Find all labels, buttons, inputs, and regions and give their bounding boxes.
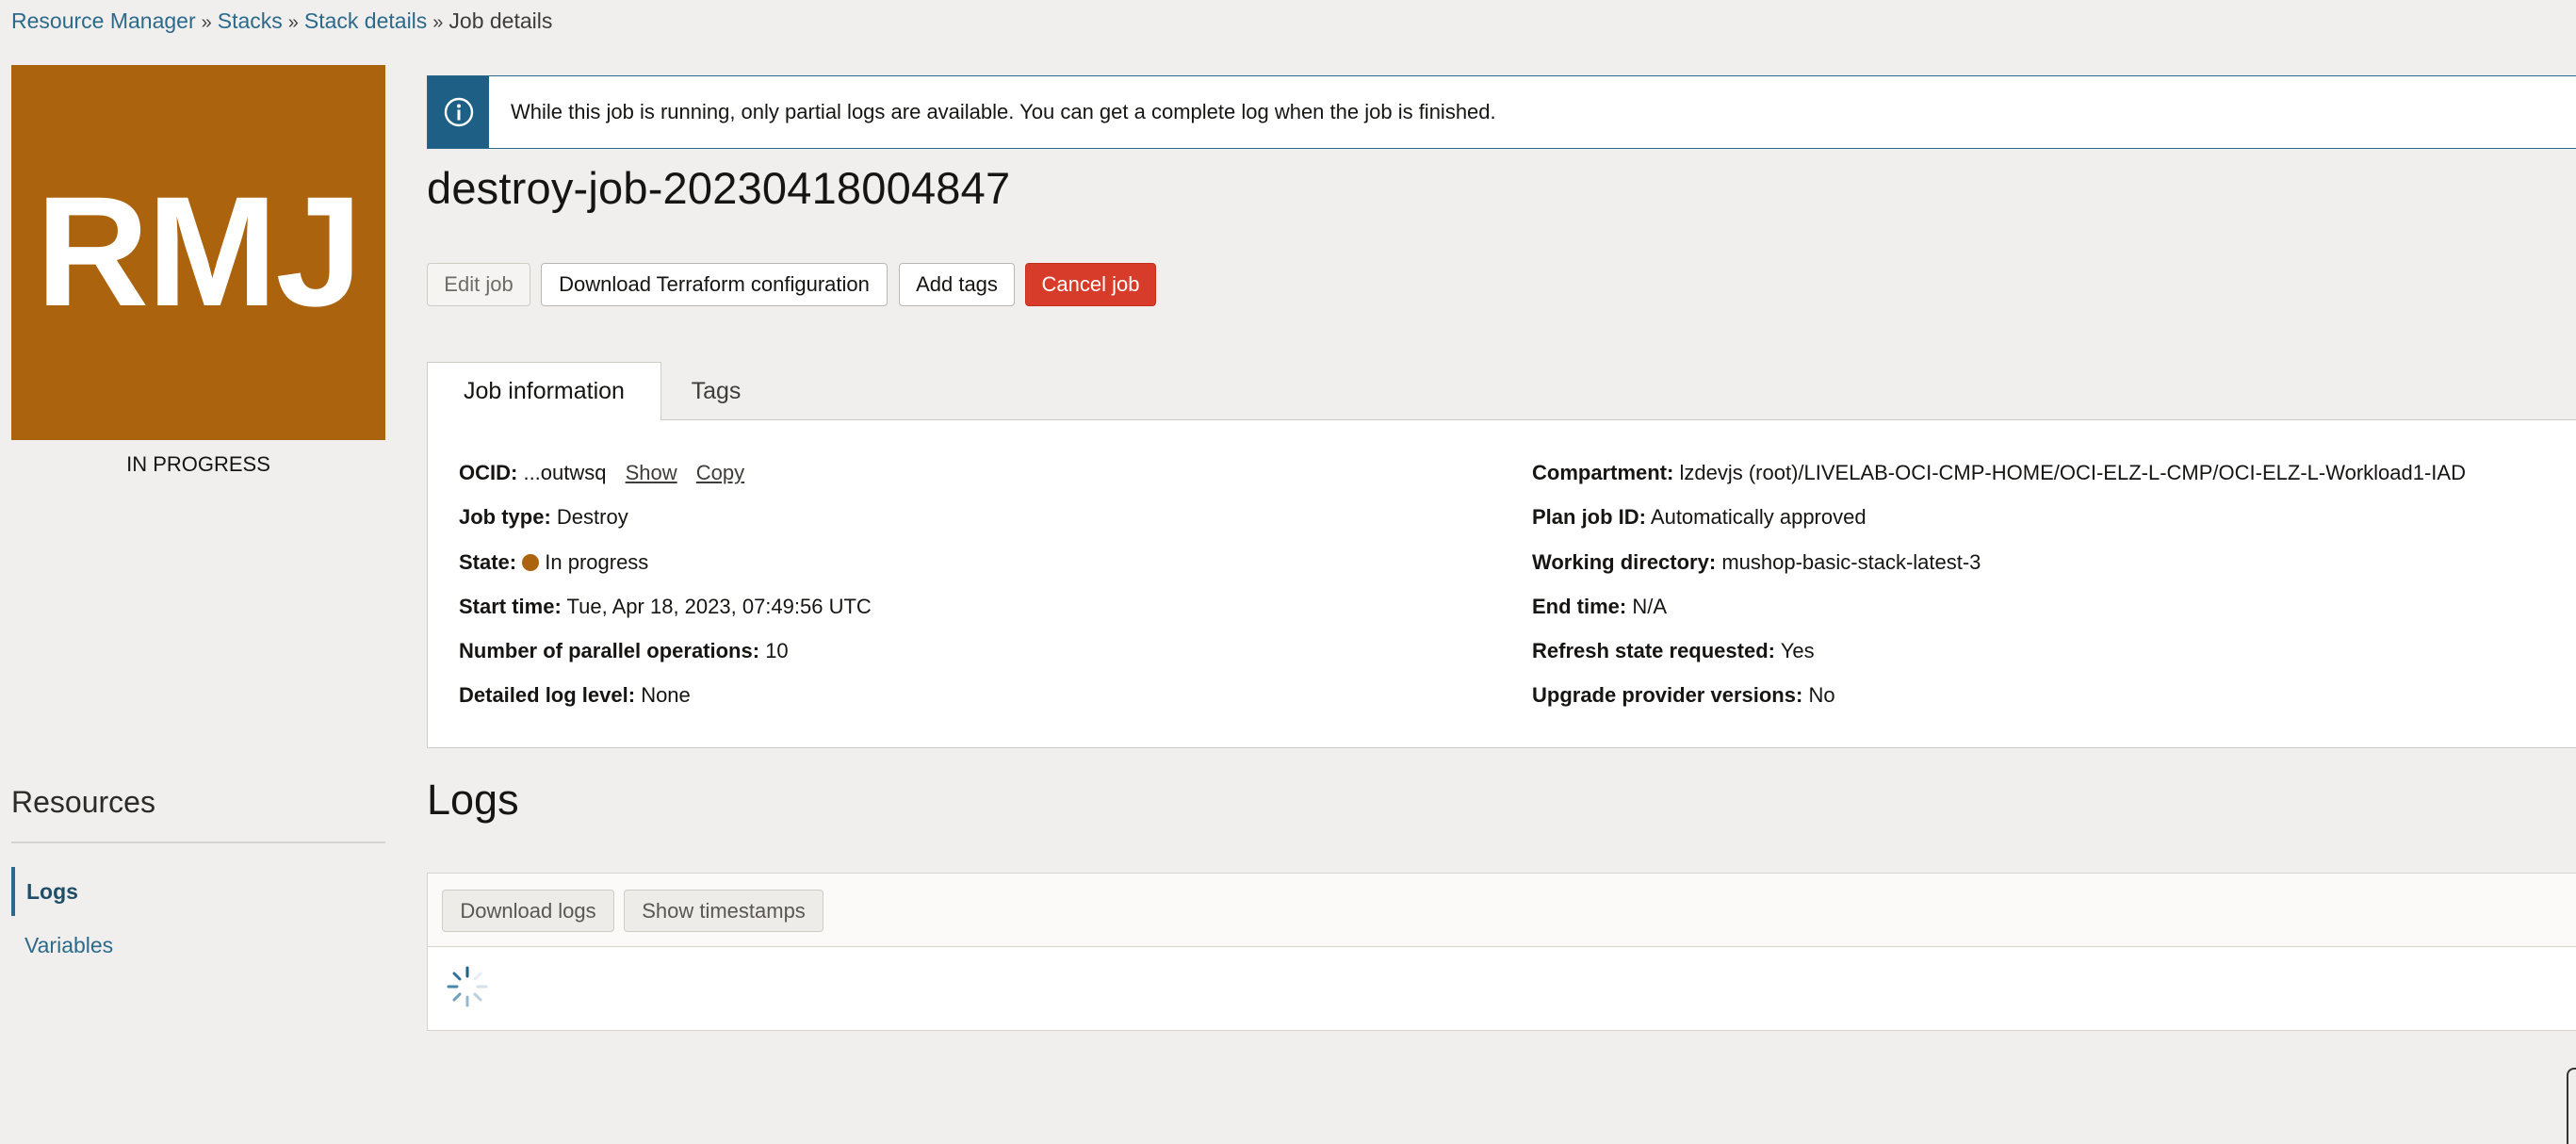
banner-message: While this job is running, only partial … (511, 100, 1496, 123)
breadcrumb-resource-manager[interactable]: Resource Manager (11, 8, 196, 33)
plan-job-id-field: Plan job ID: Automatically approved (1532, 504, 1867, 531)
end-time-field: End time: N/A (1532, 594, 1667, 620)
breadcrumb-separator: » (432, 12, 444, 33)
page-title: destroy-job-20230418004847 (427, 163, 1011, 213)
info-icon (428, 76, 489, 148)
state-indicator-icon (522, 554, 540, 571)
start-time-value: Tue, Apr 18, 2023, 07:49:56 UTC (566, 595, 872, 618)
ocid-label: OCID: (459, 461, 518, 484)
job-information-panel: OCID: ...outwsq Show Copy Job type: Dest… (427, 419, 2576, 748)
working-directory-field: Working directory: mushop-basic-stack-la… (1532, 549, 1981, 576)
add-tags-button[interactable]: Add tags (899, 263, 1015, 306)
state-label: State: (459, 550, 517, 574)
compartment-label: Compartment: (1532, 461, 1674, 484)
state-value: In progress (545, 550, 649, 574)
working-directory-value: mushop-basic-stack-latest-3 (1721, 550, 1981, 574)
breadcrumb-stack-details[interactable]: Stack details (304, 8, 427, 33)
loading-spinner-icon (447, 966, 488, 1007)
badge-status-label: IN PROGRESS (126, 452, 270, 476)
refresh-state-label: Refresh state requested: (1532, 639, 1775, 662)
end-time-label: End time: (1532, 595, 1627, 618)
upgrade-providers-value: No (1808, 683, 1835, 707)
log-level-value: None (641, 683, 691, 707)
breadcrumb-stacks[interactable]: Stacks (218, 8, 283, 33)
sidebar-item-variables[interactable]: Variables (11, 921, 385, 970)
ocid-show-link[interactable]: Show (626, 461, 677, 484)
scroll-edge (2567, 1068, 2576, 1144)
end-time-value: N/A (1632, 595, 1668, 618)
resources-heading: Resources (11, 785, 155, 819)
breadcrumb-separator: » (201, 12, 212, 33)
breadcrumb-current: Job details (448, 8, 553, 33)
edit-job-button[interactable]: Edit job (427, 263, 530, 306)
compartment-value: lzdevjs (root)/LIVELAB-OCI-CMP-HOME/OCI-… (1679, 461, 2466, 484)
job-type-field: Job type: Destroy (459, 504, 628, 531)
breadcrumb-separator: » (287, 12, 299, 33)
parallel-ops-label: Number of parallel operations: (459, 639, 760, 662)
plan-job-id-label: Plan job ID: (1532, 505, 1646, 529)
logs-heading: Logs (427, 776, 519, 824)
ocid-value: ...outwsq (523, 461, 607, 484)
state-field: State: In progress (459, 549, 648, 576)
upgrade-providers-label: Upgrade provider versions: (1532, 683, 1803, 707)
parallel-ops-value: 10 (765, 639, 789, 662)
logs-output (427, 946, 2576, 1031)
sidebar-item-logs[interactable]: Logs (11, 867, 385, 916)
working-directory-label: Working directory: (1532, 550, 1717, 574)
parallel-ops-field: Number of parallel operations: 10 (459, 638, 789, 664)
upgrade-providers-field: Upgrade provider versions: No (1532, 682, 1835, 709)
tab-tags[interactable]: Tags (661, 362, 771, 420)
show-timestamps-button[interactable]: Show timestamps (624, 890, 823, 932)
start-time-field: Start time: Tue, Apr 18, 2023, 07:49:56 … (459, 594, 872, 620)
plan-job-id-value: Automatically approved (1650, 505, 1867, 529)
start-time-label: Start time: (459, 595, 562, 618)
log-level-label: Detailed log level: (459, 683, 636, 707)
resources-divider (11, 842, 385, 843)
job-type-label: Job type: (459, 505, 551, 529)
download-logs-button[interactable]: Download logs (442, 890, 614, 932)
log-level-field: Detailed log level: None (459, 682, 691, 709)
ocid-copy-link[interactable]: Copy (696, 461, 744, 484)
refresh-state-value: Yes (1780, 639, 1815, 662)
job-status-badge: RMJ (11, 65, 385, 440)
download-terraform-button[interactable]: Download Terraform configuration (541, 263, 888, 306)
compartment-field: Compartment: lzdevjs (root)/LIVELAB-OCI-… (1532, 460, 2466, 486)
logs-toolbar: Download logs Show timestamps (427, 873, 2576, 947)
info-banner: While this job is running, only partial … (427, 75, 2576, 149)
job-type-value: Destroy (556, 505, 628, 529)
cancel-job-button[interactable]: Cancel job (1025, 263, 1156, 306)
refresh-state-field: Refresh state requested: Yes (1532, 638, 1815, 664)
tab-job-information[interactable]: Job information (427, 362, 661, 420)
breadcrumb: Resource Manager» Stacks» Stack details» Jo… (11, 8, 552, 36)
ocid-field: OCID: ...outwsq Show Copy (459, 460, 744, 486)
